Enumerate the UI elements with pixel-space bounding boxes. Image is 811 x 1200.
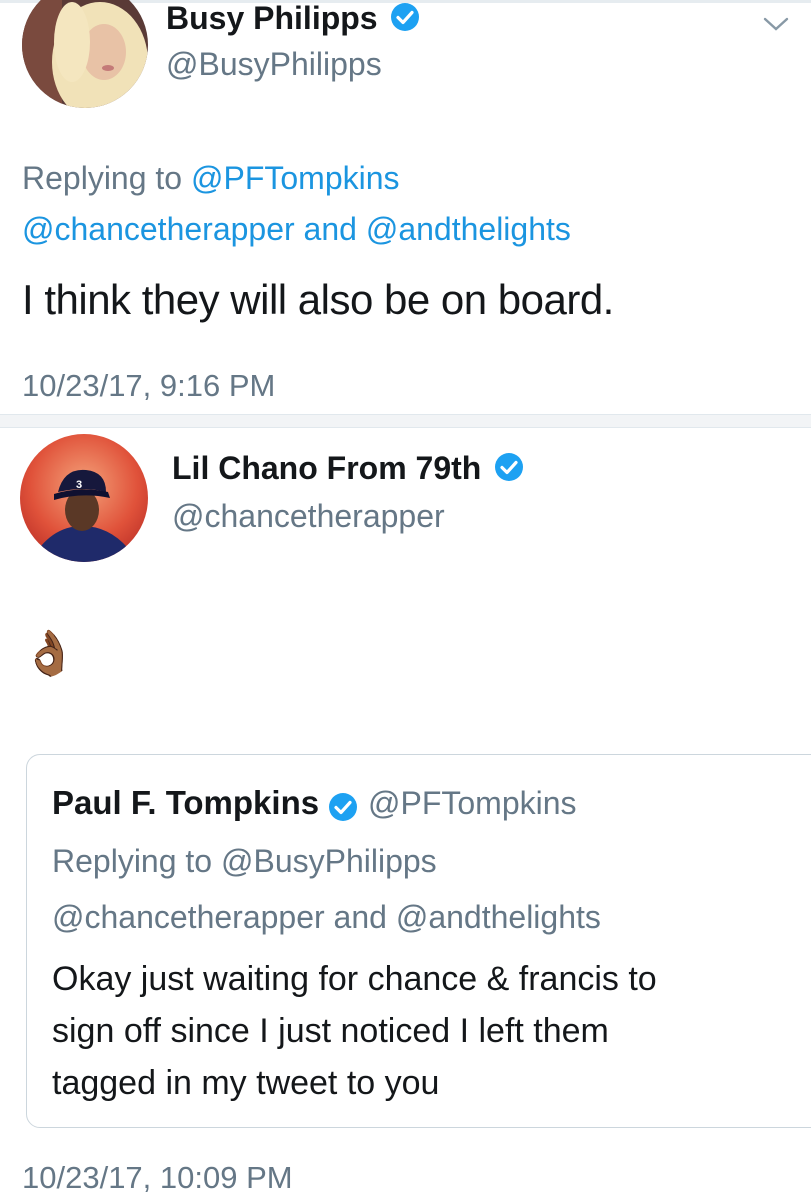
cap-number: 3 [76,479,82,491]
tweet1-display-name[interactable]: Busy Philipps [166,0,378,36]
verified-badge-icon [328,792,358,827]
replying-user: @BusyPhilipps [220,843,437,879]
tweet1-display-name-row[interactable]: Busy Philipps [166,0,420,40]
quoted-mention-and: and [333,899,387,935]
mention-and[interactable]: and [304,211,357,247]
chevron-down-icon[interactable] [762,14,790,34]
avatar-chancetherapper[interactable]: 3 [20,434,148,562]
quoted-handle[interactable]: @PFTompkins [368,785,577,821]
tweet1-timestamp[interactable]: 10/23/17, 9:16 PM [22,368,275,404]
tweet1-handle[interactable]: @BusyPhilipps [166,46,382,83]
quoted-mention: @andthelights [395,899,601,935]
tweet-separator [0,414,811,428]
quoted-mentions: @chancetherapper and @andthelights [52,899,601,936]
mention-link[interactable]: @chancetherapper [22,211,295,247]
quoted-display-name[interactable]: Paul F. Tompkins [52,784,319,821]
tweet1-replying-to: Replying to @PFTompkins [22,160,400,197]
verified-badge-icon [494,452,524,490]
quoted-mention: @chancetherapper [52,899,325,935]
tweet2-display-name[interactable]: Lil Chano From 79th [172,450,481,486]
replying-prefix: Replying to [22,160,183,196]
quoted-text-line: sign off since I just noticed I left the… [52,1012,609,1050]
tweet2-handle[interactable]: @chancetherapper [172,498,445,535]
tweet2-timestamp[interactable]: 10/23/17, 10:09 PM [22,1160,293,1196]
ok-hand-emoji: 👌🏾 [22,629,77,678]
mention-link[interactable]: @andthelights [366,211,571,247]
verified-badge-icon [390,2,420,40]
tweet1-mentions: @chancetherapper and @andthelights [22,211,571,248]
quoted-replying-to: Replying to @BusyPhilipps [52,843,437,880]
quoted-text: Okay just waiting for chance & francis t… [52,953,657,1109]
tweet1-text: I think they will also be on board. [22,276,614,323]
mention-link[interactable]: @PFTompkins [191,160,400,196]
quoted-header: Paul F. Tompkins @PFTompkins [52,784,577,827]
tweet2-display-name-row[interactable]: Lil Chano From 79th [172,450,524,490]
quoted-text-line: tagged in my tweet to you [52,1064,440,1102]
avatar-busy-philipps[interactable] [22,0,148,108]
quoted-text-line: Okay just waiting for chance & francis t… [52,960,657,998]
replying-prefix: Replying to [52,843,213,879]
